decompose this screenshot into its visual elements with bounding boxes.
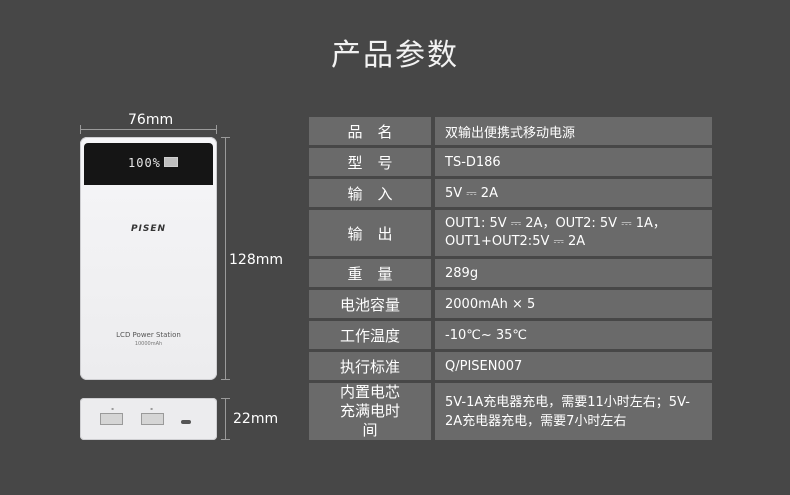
spec-row: 品 名 双输出便携式移动电源 [309, 117, 712, 145]
thickness-dimension-tick-top [221, 398, 230, 399]
spec-table: 品 名 双输出便携式移动电源 型 号 TS-D186 输 入 5V ⎓ 2A 输… [309, 114, 712, 443]
spec-name: 输 入 [309, 179, 431, 207]
thickness-dimension-label: 22mm [233, 411, 279, 427]
width-dimension-line [80, 129, 217, 130]
spec-name: 输 出 [309, 210, 431, 256]
battery-icon [164, 157, 178, 167]
spec-value: -10℃~ 35℃ [435, 321, 712, 349]
device-model-label: LCD Power Station [116, 331, 181, 339]
spec-row: 重 量 289g [309, 259, 712, 287]
spec-row: 执行标准 Q/PISEN007 [309, 352, 712, 380]
spec-row: 内置电芯充满电时间 5V-1A充电器充电，需要11小时左右；5V-2A充电器充电… [309, 383, 712, 440]
spec-row: 输 出 OUT1: 5V ⎓ 2A，OUT2: 5V ⎓ 1A，OUT1+OUT… [309, 210, 712, 256]
spec-row: 电池容量 2000mAh × 5 [309, 290, 712, 318]
spec-name: 执行标准 [309, 352, 431, 380]
usb-port-2-mark: ▪ [150, 406, 153, 411]
lcd-percentage: 100% [128, 156, 161, 170]
power-bank-side-image: ▪ ▪ [80, 398, 217, 440]
spec-row: 工作温度 -10℃~ 35℃ [309, 321, 712, 349]
spec-value: OUT1: 5V ⎓ 2A，OUT2: 5V ⎓ 1A，OUT1+OUT2:5V… [435, 210, 712, 256]
spec-name: 型 号 [309, 148, 431, 176]
spec-value: 289g [435, 259, 712, 287]
spec-value: 5V ⎓ 2A [435, 179, 712, 207]
spec-name: 工作温度 [309, 321, 431, 349]
spec-value: 2000mAh × 5 [435, 290, 712, 318]
spec-name: 内置电芯充满电时间 [309, 383, 431, 440]
spec-row: 型 号 TS-D186 [309, 148, 712, 176]
height-dimension-line [225, 137, 226, 380]
usb-port-2 [141, 413, 164, 425]
width-dimension-label: 76mm [128, 112, 174, 128]
usb-port-1 [100, 413, 123, 425]
width-dimension-tick-left [80, 125, 81, 134]
thickness-dimension-line [225, 398, 226, 440]
usb-port-1-mark: ▪ [111, 406, 114, 411]
micro-usb-port [181, 420, 191, 424]
height-dimension-tick-bottom [221, 379, 230, 380]
spec-name: 品 名 [309, 117, 431, 145]
lcd-screen: 100% [84, 143, 213, 185]
spec-value: 5V-1A充电器充电，需要11小时左右；5V-2A充电器充电，需要7小时左右 [435, 383, 712, 440]
thickness-dimension-tick-bottom [221, 439, 230, 440]
width-dimension-tick-right [216, 125, 217, 134]
height-dimension-tick-top [221, 137, 230, 138]
page-title: 产品参数 [331, 38, 459, 73]
spec-value: 双输出便携式移动电源 [435, 117, 712, 145]
spec-name: 重 量 [309, 259, 431, 287]
height-dimension-label: 128mm [229, 252, 283, 268]
spec-value: Q/PISEN007 [435, 352, 712, 380]
spec-name: 电池容量 [309, 290, 431, 318]
device-capacity-label: 10000mAh [134, 341, 163, 347]
power-bank-front-image: 100% PISEN LCD Power Station 10000mAh [80, 137, 217, 380]
spec-row: 输 入 5V ⎓ 2A [309, 179, 712, 207]
brand-logo: PISEN [130, 224, 167, 234]
spec-value: TS-D186 [435, 148, 712, 176]
